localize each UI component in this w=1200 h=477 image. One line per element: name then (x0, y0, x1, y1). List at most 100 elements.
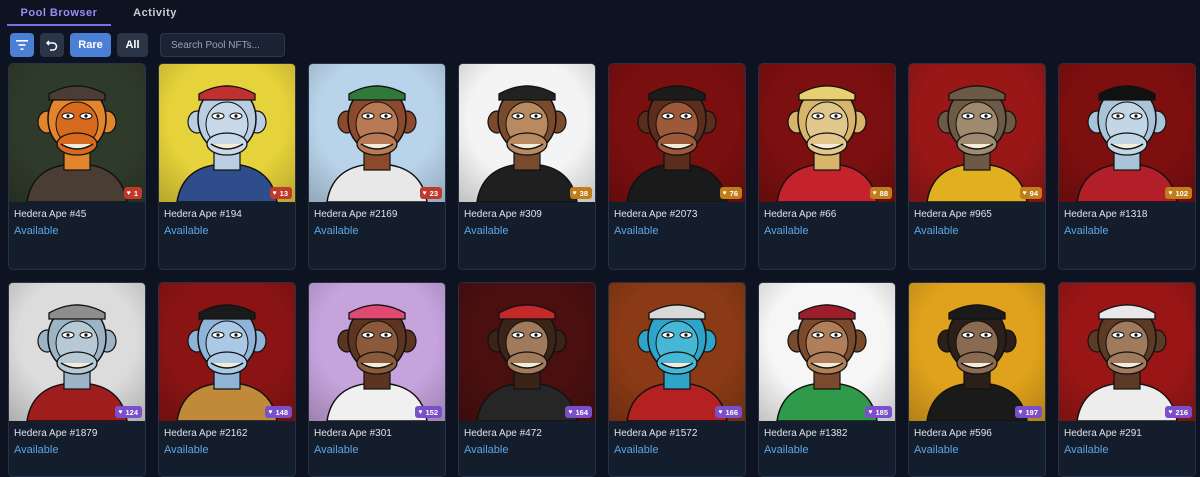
nft-image: ♥ 1 (9, 64, 145, 202)
rarity-rank: 197 (1025, 407, 1038, 417)
nft-image: ♥ 76 (609, 64, 745, 202)
nft-card[interactable]: ♥ 185 Hedera Ape #1382 Available (758, 282, 896, 477)
rarity-rank: 148 (275, 407, 288, 417)
nft-image: ♥ 94 (909, 64, 1045, 202)
nft-card[interactable]: ♥ 166 Hedera Ape #1572 Available (608, 282, 746, 477)
trophy-icon: ♥ (722, 189, 727, 197)
nft-card[interactable]: ♥ 38 Hedera Ape #309 Available (458, 63, 596, 270)
nft-card[interactable]: ♥ 164 Hedera Ape #472 Available (458, 282, 596, 477)
rarity-rank: 1 (133, 188, 138, 198)
rarity-rank: 124 (125, 407, 138, 417)
ape-illustration (1076, 85, 1178, 202)
nft-name: Hedera Ape #301 (314, 428, 392, 439)
rarity-badge: ♥ 76 (719, 187, 742, 199)
nft-status: Available (164, 444, 209, 456)
trophy-icon: ♥ (572, 189, 577, 197)
nft-image: ♥ 152 (309, 283, 445, 421)
nft-status: Available (14, 444, 59, 456)
ape-illustration (26, 304, 128, 421)
tab-bar: Pool Browser Activity (0, 0, 1200, 28)
rarity-badge: ♥ 88 (869, 187, 892, 199)
nft-status: Available (1064, 444, 1109, 456)
nft-image: ♥ 197 (909, 283, 1045, 421)
rarity-rank: 185 (875, 407, 888, 417)
trophy-icon: ♥ (1168, 189, 1173, 197)
nft-card[interactable]: ♥ 76 Hedera Ape #2073 Available (608, 63, 746, 270)
nft-name: Hedera Ape #965 (914, 209, 992, 220)
rarity-rank: 38 (579, 188, 588, 198)
nft-status: Available (764, 225, 809, 237)
nft-image: ♥ 148 (159, 283, 295, 421)
rarity-rank: 152 (425, 407, 438, 417)
nft-card[interactable]: ♥ 152 Hedera Ape #301 Available (308, 282, 446, 477)
nft-status: Available (464, 225, 509, 237)
nft-card[interactable]: ♥ 102 Hedera Ape #1318 Available (1058, 63, 1196, 270)
trophy-icon: ♥ (418, 408, 423, 416)
undo-icon (46, 40, 58, 51)
trophy-icon: ♥ (422, 189, 427, 197)
nft-card[interactable]: ♥ 148 Hedera Ape #2162 Available (158, 282, 296, 477)
nft-image: ♥ 102 (1059, 64, 1195, 202)
trophy-icon: ♥ (568, 408, 573, 416)
nft-name: Hedera Ape #2169 (314, 209, 398, 220)
nft-image: ♥ 13 (159, 64, 295, 202)
trophy-icon: ♥ (872, 189, 877, 197)
nft-status: Available (764, 444, 809, 456)
rarity-badge: ♥ 152 (415, 406, 442, 418)
nft-image: ♥ 88 (759, 64, 895, 202)
nft-status: Available (464, 444, 509, 456)
nft-card[interactable]: ♥ 13 Hedera Ape #194 Available (158, 63, 296, 270)
ape-illustration (926, 85, 1028, 202)
nft-card[interactable]: ♥ 88 Hedera Ape #66 Available (758, 63, 896, 270)
all-filter-button[interactable]: All (117, 33, 148, 57)
filter-button[interactable] (10, 33, 34, 57)
rarity-badge: ♥ 94 (1019, 187, 1042, 199)
nft-status: Available (314, 444, 359, 456)
rarity-badge: ♥ 148 (265, 406, 292, 418)
nft-status: Available (914, 444, 959, 456)
nft-card[interactable]: ♥ 1 Hedera Ape #45 Available (8, 63, 146, 270)
tab-activity[interactable]: Activity (113, 0, 197, 26)
trophy-icon: ♥ (868, 408, 873, 416)
trophy-icon: ♥ (1022, 189, 1027, 197)
nft-name: Hedera Ape #596 (914, 428, 992, 439)
rarity-badge: ♥ 38 (569, 187, 592, 199)
nft-name: Hedera Ape #1879 (14, 428, 98, 439)
rare-sort-button[interactable]: Rare (70, 33, 111, 57)
ape-illustration (626, 304, 728, 421)
nft-name: Hedera Ape #2162 (164, 428, 248, 439)
rarity-rank: 76 (729, 188, 738, 198)
nft-grid: ♥ 1 Hedera Ape #45 Available ♥ 13 Hedera Ape … (8, 63, 1196, 477)
nft-image: ♥ 124 (9, 283, 145, 421)
trophy-icon: ♥ (268, 408, 273, 416)
nft-status: Available (314, 225, 359, 237)
trophy-icon: ♥ (272, 189, 277, 197)
nft-image: ♥ 23 (309, 64, 445, 202)
nft-name: Hedera Ape #45 (14, 209, 87, 220)
nft-card[interactable]: ♥ 216 Hedera Ape #291 Available (1058, 282, 1196, 477)
ape-illustration (776, 304, 878, 421)
trophy-icon: ♥ (1018, 408, 1023, 416)
nft-status: Available (164, 225, 209, 237)
rarity-rank: 23 (429, 188, 438, 198)
nft-card[interactable]: ♥ 124 Hedera Ape #1879 Available (8, 282, 146, 477)
rarity-rank: 13 (279, 188, 288, 198)
search-input[interactable] (160, 33, 285, 57)
ape-illustration (926, 304, 1028, 421)
nft-image: ♥ 164 (459, 283, 595, 421)
nft-card[interactable]: ♥ 94 Hedera Ape #965 Available (908, 63, 1046, 270)
reset-button[interactable] (40, 33, 64, 57)
filter-icon (16, 40, 28, 50)
nft-status: Available (14, 225, 59, 237)
nft-image: ♥ 166 (609, 283, 745, 421)
tab-pool-browser[interactable]: Pool Browser (7, 0, 111, 26)
rarity-badge: ♥ 124 (115, 406, 142, 418)
nft-name: Hedera Ape #194 (164, 209, 242, 220)
ape-illustration (176, 85, 278, 202)
nft-card[interactable]: ♥ 197 Hedera Ape #596 Available (908, 282, 1046, 477)
rarity-badge: ♥ 13 (269, 187, 292, 199)
nft-name: Hedera Ape #1382 (764, 428, 848, 439)
rarity-rank: 164 (575, 407, 588, 417)
nft-card[interactable]: ♥ 23 Hedera Ape #2169 Available (308, 63, 446, 270)
nft-name: Hedera Ape #309 (464, 209, 542, 220)
